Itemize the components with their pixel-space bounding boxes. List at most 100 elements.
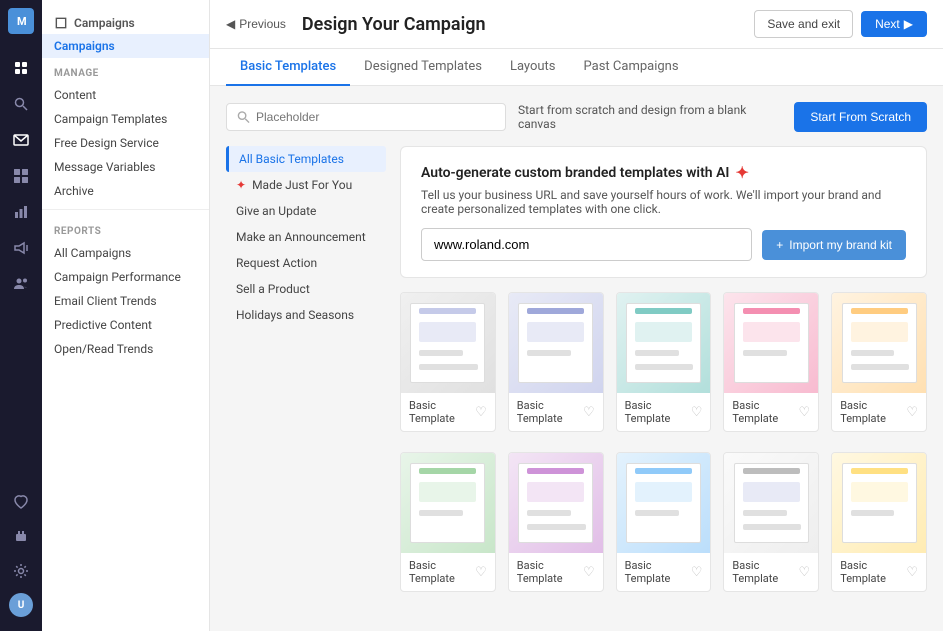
save-exit-button[interactable]: Save and exit <box>754 10 853 38</box>
filter-all-basic[interactable]: All Basic Templates <box>226 146 386 172</box>
main-content: ◀ Previous Design Your Campaign Save and… <box>210 0 943 631</box>
ai-input-row: + Import my brand kit <box>421 228 906 261</box>
settings-icon[interactable] <box>5 555 37 587</box>
heart-bottom-icon[interactable] <box>5 487 37 519</box>
template-name: Basic Template <box>625 399 691 425</box>
grid-icon[interactable] <box>5 160 37 192</box>
template-favorite-icon[interactable]: ♡ <box>475 565 487 580</box>
home-icon[interactable] <box>5 52 37 84</box>
avatar-icon[interactable]: U <box>5 589 37 621</box>
sidebar-item-campaign-performance[interactable]: Campaign Performance <box>42 265 209 289</box>
template-favorite-icon[interactable]: ♡ <box>475 405 487 420</box>
template-card[interactable]: Basic Template ♡ <box>723 292 819 432</box>
template-card[interactable]: Basic Template ♡ <box>400 292 496 432</box>
filter-announcement[interactable]: Make an Announcement <box>226 224 386 250</box>
filter-give-label: Give an Update <box>236 204 316 218</box>
tab-layouts[interactable]: Layouts <box>496 49 570 86</box>
filter-holidays-label: Holidays and Seasons <box>236 308 354 322</box>
template-thumbnail <box>832 293 926 393</box>
filter-give-update[interactable]: Give an Update <box>226 198 386 224</box>
people-icon[interactable] <box>5 268 37 300</box>
mail-icon[interactable] <box>5 124 37 156</box>
import-brand-button[interactable]: + Import my brand kit <box>762 230 906 260</box>
two-column-layout: All Basic Templates ✦ Made Just For You … <box>226 146 927 612</box>
start-scratch-button[interactable]: Start From Scratch <box>794 102 927 132</box>
template-thumbnail <box>401 293 495 393</box>
template-thumbnail <box>401 453 495 553</box>
filter-made-for-you[interactable]: ✦ Made Just For You <box>226 172 386 198</box>
template-footer: Basic Template ♡ <box>401 393 495 431</box>
template-card[interactable]: Basic Template ♡ <box>831 292 927 432</box>
sidebar-item-content[interactable]: Content <box>42 83 209 107</box>
sidebar-item-predictive-content[interactable]: Predictive Content <box>42 313 209 337</box>
filter-request-label: Request Action <box>236 256 317 270</box>
tab-basic-templates[interactable]: Basic Templates <box>226 49 350 86</box>
ai-star-icon: ✦ <box>735 163 748 182</box>
filter-panel: All Basic Templates ✦ Made Just For You … <box>226 146 386 612</box>
right-panel: Auto-generate custom branded templates w… <box>400 146 927 612</box>
template-thumbnail <box>617 453 711 553</box>
template-thumbnail <box>509 293 603 393</box>
template-card[interactable]: Basic Template ♡ <box>508 452 604 592</box>
template-card[interactable]: Basic Template ♡ <box>616 292 712 432</box>
template-favorite-icon[interactable]: ♡ <box>799 405 811 420</box>
template-favorite-icon[interactable]: ♡ <box>799 565 811 580</box>
template-card[interactable]: Basic Template ♡ <box>400 452 496 592</box>
template-card[interactable]: Basic Template ♡ <box>831 452 927 592</box>
template-footer: Basic Template ♡ <box>724 553 818 591</box>
sidebar-item-free-design[interactable]: Free Design Service <box>42 131 209 155</box>
filter-sell-label: Sell a Product <box>236 282 310 296</box>
plugin-icon[interactable] <box>5 521 37 553</box>
template-favorite-icon[interactable]: ♡ <box>906 405 918 420</box>
template-name: Basic Template <box>517 399 583 425</box>
tab-designed-templates[interactable]: Designed Templates <box>350 49 496 86</box>
megaphone-icon[interactable] <box>5 232 37 264</box>
template-thumbnail <box>617 293 711 393</box>
template-thumbnail <box>724 293 818 393</box>
campaigns-label: Campaigns <box>54 39 115 53</box>
template-card[interactable]: Basic Template ♡ <box>508 292 604 432</box>
template-favorite-icon[interactable]: ♡ <box>906 565 918 580</box>
sidebar-item-campaign-templates[interactable]: Campaign Templates <box>42 107 209 131</box>
template-favorite-icon[interactable]: ♡ <box>691 405 703 420</box>
template-favorite-icon[interactable]: ♡ <box>583 565 595 580</box>
template-name: Basic Template <box>409 559 475 585</box>
search-scratch-row: Start from scratch and design from a bla… <box>226 102 927 132</box>
template-name: Basic Template <box>732 559 798 585</box>
sidebar-item-all-campaigns[interactable]: All Campaigns <box>42 241 209 265</box>
sidebar-campaigns-header[interactable]: Campaigns <box>42 8 209 34</box>
sidebar-item-archive[interactable]: Archive <box>42 179 209 203</box>
content-area: Start from scratch and design from a bla… <box>210 86 943 631</box>
filter-made-icon: ✦ <box>236 178 246 192</box>
filter-holidays[interactable]: Holidays and Seasons <box>226 302 386 328</box>
tabs: Basic Templates Designed Templates Layou… <box>210 49 943 86</box>
chart-icon[interactable] <box>5 196 37 228</box>
search-icon[interactable] <box>5 88 37 120</box>
template-favorite-icon[interactable]: ♡ <box>583 405 595 420</box>
filter-all-basic-label: All Basic Templates <box>239 152 344 166</box>
tab-past-campaigns[interactable]: Past Campaigns <box>570 49 693 86</box>
sidebar: Campaigns Campaigns MANAGE Content Campa… <box>42 0 210 631</box>
sidebar-item-openread-trends[interactable]: Open/Read Trends <box>42 337 209 361</box>
search-box[interactable] <box>226 103 506 131</box>
manage-section-label: MANAGE <box>42 58 209 83</box>
brand-url-input[interactable] <box>421 228 752 261</box>
next-button[interactable]: Next ▶ <box>861 11 927 37</box>
filter-sell-product[interactable]: Sell a Product <box>226 276 386 302</box>
search-input[interactable] <box>256 110 495 124</box>
template-footer: Basic Template ♡ <box>509 393 603 431</box>
sidebar-item-campaigns[interactable]: Campaigns <box>42 34 209 58</box>
sidebar-divider-1 <box>42 209 209 210</box>
sidebar-item-email-client-trends[interactable]: Email Client Trends <box>42 289 209 313</box>
sidebar-item-message-variables[interactable]: Message Variables <box>42 155 209 179</box>
filter-request-action[interactable]: Request Action <box>226 250 386 276</box>
template-footer: Basic Template ♡ <box>724 393 818 431</box>
template-favorite-icon[interactable]: ♡ <box>691 565 703 580</box>
back-button[interactable]: ◀ Previous <box>226 17 286 31</box>
template-card[interactable]: Basic Template ♡ <box>723 452 819 592</box>
template-name: Basic Template <box>840 399 906 425</box>
template-card[interactable]: Basic Template ♡ <box>616 452 712 592</box>
template-footer: Basic Template ♡ <box>832 393 926 431</box>
app-logo: M <box>8 8 34 34</box>
filter-announcement-label: Make an Announcement <box>236 230 366 244</box>
